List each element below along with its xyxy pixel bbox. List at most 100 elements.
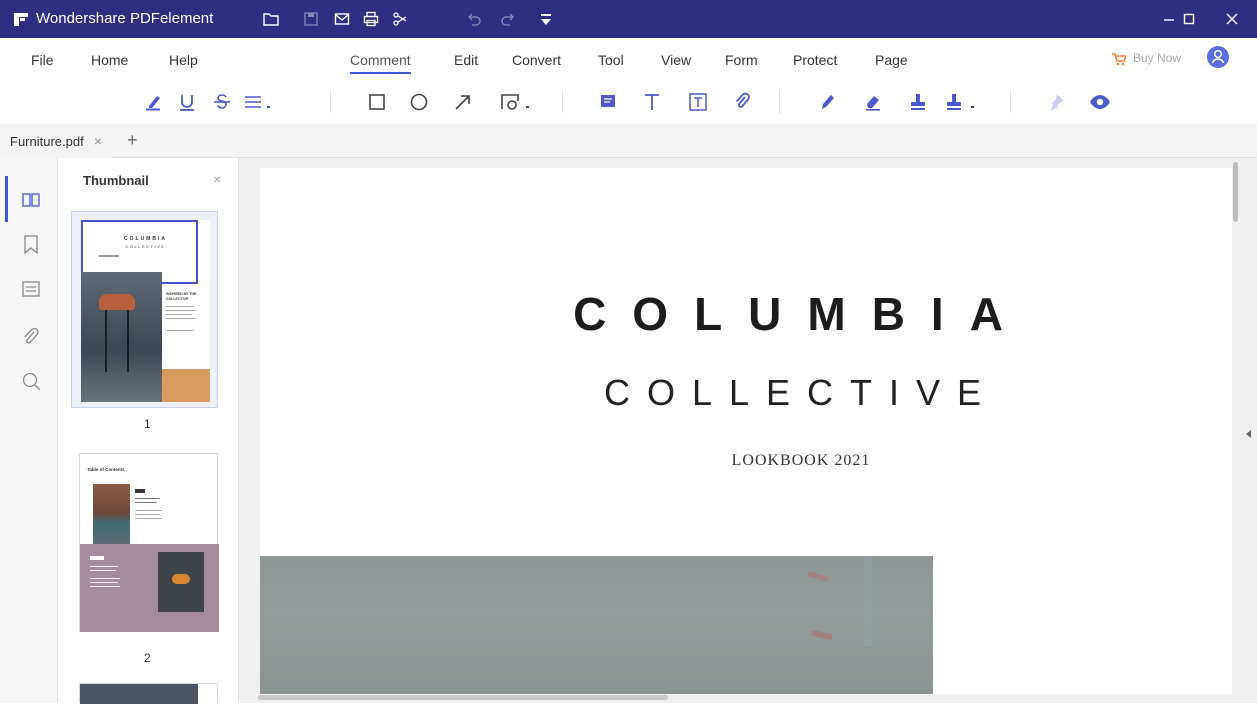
vertical-scrollbar[interactable]	[1232, 160, 1240, 695]
page-thumbnail-3[interactable]	[79, 683, 218, 704]
user-avatar[interactable]	[1207, 46, 1229, 68]
menu-tool[interactable]: Tool	[598, 52, 624, 68]
strikethrough-icon	[214, 94, 230, 109]
eraser-tool[interactable]	[858, 88, 888, 116]
thumb-text-line	[166, 310, 196, 311]
vertical-scrollbar-thumb[interactable]	[1233, 162, 1238, 222]
menu-help[interactable]: Help	[169, 52, 198, 68]
stamp-dropdown[interactable]	[941, 88, 981, 116]
thumb-text-line	[90, 556, 104, 560]
sticky-note-tool[interactable]	[593, 88, 623, 116]
collapse-right-panel-icon[interactable]	[1246, 430, 1252, 438]
undo-icon[interactable]	[466, 11, 482, 27]
strikethrough-tool[interactable]	[207, 88, 237, 116]
photo-mark	[864, 556, 872, 646]
new-tab-button[interactable]: +	[127, 130, 138, 151]
toolbar-separator	[1010, 91, 1011, 113]
app-title: Wondershare PDFelement	[36, 10, 214, 27]
mail-icon[interactable]	[334, 11, 350, 27]
menu-home[interactable]: Home	[91, 52, 128, 68]
menu-bar: File Home Help Comment Edit Convert Tool…	[0, 38, 1257, 82]
text-box-tool[interactable]	[683, 88, 713, 116]
thumb-orange-chair-photo	[158, 552, 204, 612]
page-thumbnail-2[interactable]: Table of Contents	[79, 453, 219, 632]
app-logo-icon	[14, 13, 28, 26]
thumb-text-line	[135, 498, 160, 499]
active-indicator	[5, 176, 8, 222]
text-markup-dropdown[interactable]	[240, 88, 278, 116]
thumbnail-panel: Thumbnail × COLUMBIA COLLECTIVE INSPIRED…	[58, 158, 239, 704]
attachment-tool[interactable]	[727, 88, 757, 116]
document-subtitle: COLLECTIVE	[603, 372, 999, 413]
chair-seat	[172, 574, 190, 584]
oval-tool[interactable]	[404, 88, 434, 116]
cover-photo	[260, 556, 933, 695]
menu-file[interactable]: File	[31, 52, 54, 68]
area-shape-dropdown[interactable]	[496, 88, 536, 116]
pin-tool[interactable]	[1041, 88, 1071, 116]
close-window-button[interactable]	[1207, 0, 1257, 38]
redo-icon[interactable]	[500, 11, 516, 27]
toolbar-separator	[779, 91, 780, 113]
highlight-icon	[146, 96, 160, 111]
horizontal-scrollbar-thumb[interactable]	[258, 695, 668, 700]
menu-protect[interactable]: Protect	[793, 52, 837, 68]
text-icon	[645, 94, 659, 110]
page-thumbnail-1[interactable]: COLUMBIA COLLECTIVE INSPIRED BY THE COLL…	[71, 211, 218, 408]
thumb-text-line	[90, 566, 118, 567]
page-number-2: 2	[144, 651, 151, 665]
thumb-text-line	[166, 306, 194, 307]
document-title: COLUMBIA	[573, 288, 1029, 340]
chair-leg	[127, 310, 129, 372]
thumb-chair-photo	[81, 272, 162, 402]
menu-page[interactable]: Page	[875, 52, 908, 68]
save-icon[interactable]	[303, 11, 319, 27]
menu-comment[interactable]: Comment	[350, 52, 411, 74]
thumb-text-line	[99, 255, 119, 257]
folder-icon[interactable]	[263, 11, 279, 27]
chair-leg	[105, 310, 107, 372]
stamp-dropdown-icon	[947, 94, 974, 110]
stamp-tool[interactable]	[903, 88, 933, 116]
thumb-text-line	[166, 330, 194, 331]
arrow-icon	[455, 95, 470, 110]
thumb-text-line	[135, 514, 160, 515]
pencil-tool[interactable]	[812, 88, 842, 116]
horizontal-scrollbar[interactable]	[258, 694, 1232, 703]
thumb-text-line	[135, 510, 162, 511]
text-tool[interactable]	[637, 88, 667, 116]
cart-icon[interactable]	[1112, 53, 1126, 66]
rectangle-tool[interactable]	[362, 88, 392, 116]
document-tagline: LOOKBOOK 2021	[731, 452, 871, 469]
print-icon[interactable]	[363, 11, 379, 27]
buy-now-link[interactable]: Buy Now	[1133, 51, 1181, 65]
quick-access-icon[interactable]	[538, 11, 554, 27]
underline-tool[interactable]	[172, 88, 202, 116]
pin-icon	[1050, 94, 1064, 111]
title-bar: Wondershare PDFelement	[0, 0, 1257, 38]
menu-view[interactable]: View	[661, 52, 691, 68]
thumb-text-line	[135, 489, 145, 493]
menu-edit[interactable]: Edit	[454, 52, 478, 68]
attachment-icon[interactable]	[20, 326, 42, 348]
share-icon[interactable]	[392, 11, 408, 27]
page-number-1: 1	[144, 417, 151, 431]
arrow-tool[interactable]	[448, 88, 478, 116]
search-icon[interactable]	[20, 370, 42, 392]
comment-list-icon[interactable]	[20, 279, 42, 301]
show-hide-comments-tool[interactable]	[1085, 88, 1115, 116]
left-sidebar	[0, 158, 58, 703]
oval-icon	[410, 93, 428, 111]
close-tab-icon[interactable]: ×	[94, 133, 102, 149]
thumb-subtitle: COLLECTIVE	[125, 244, 166, 249]
thumbnail-icon[interactable]	[20, 189, 42, 211]
close-thumbnail-panel-button[interactable]: ×	[213, 171, 221, 187]
thumb-orange-block	[162, 369, 210, 402]
tab-furniture-pdf[interactable]: Furniture.pdf ×	[0, 124, 112, 158]
highlight-tool[interactable]	[138, 88, 168, 116]
bookmark-icon[interactable]	[20, 233, 42, 255]
menu-convert[interactable]: Convert	[512, 52, 561, 68]
menu-form[interactable]: Form	[725, 52, 758, 68]
comment-toolbar	[0, 82, 1257, 124]
tab-label: Furniture.pdf	[10, 133, 84, 149]
